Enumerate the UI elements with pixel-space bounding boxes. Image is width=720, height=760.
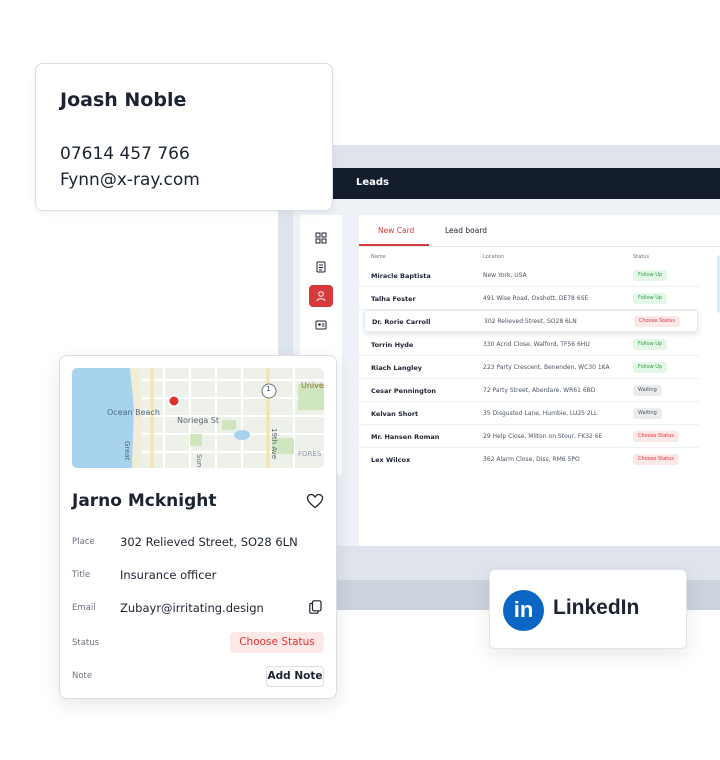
map-label-forest: FORES (298, 450, 322, 458)
lead-name: Talha Foster (371, 295, 416, 303)
field-label-title: Title (72, 570, 91, 580)
lead-name: Dr. Rorie Carroll (372, 318, 431, 326)
profile-name: Jarno Mcknight (72, 491, 217, 511)
map-label-19th-ave: 19th Ave (270, 428, 278, 460)
leads-panel: New Card Lead board Name Location Status… (359, 215, 720, 546)
lead-name: Kelvan Short (371, 410, 419, 418)
heart-icon[interactable] (306, 493, 324, 509)
app-top-bar: M Leads (293, 168, 720, 199)
copy-icon[interactable] (309, 600, 322, 614)
status-badge[interactable]: Follow Up (633, 362, 668, 373)
column-header-status: Status (633, 254, 649, 260)
map-label-sunset: Sun (195, 454, 203, 468)
sidebar-item-leads[interactable] (309, 285, 333, 307)
field-label-status: Status (72, 638, 100, 648)
column-header-name: Name (371, 254, 386, 260)
user-icon (316, 291, 326, 302)
sidebar-item-documents[interactable] (309, 256, 333, 278)
lead-location: 491 Wise Road, Oxshott, DE78 6SE (483, 295, 589, 302)
contact-phone[interactable]: 07614 457 766 (60, 144, 190, 164)
lead-name: Mr. Hansen Roman (371, 433, 440, 441)
field-value-email[interactable]: Zubayr@irritating.design (120, 601, 264, 615)
table-row[interactable]: Cesar Pennington 72 Party Street, Aberda… (359, 380, 699, 402)
field-label-note: Note (72, 671, 93, 681)
leads-app-window: M Leads New Card Lead board Name Locatio… (293, 168, 720, 546)
id-card-icon (316, 261, 326, 273)
contact-email[interactable]: Fynn@x-ray.com (60, 170, 200, 190)
location-map[interactable]: Ocean Beach Noriega St 1 Unive Great Sun… (72, 368, 324, 468)
field-label-place: Place (72, 537, 95, 547)
contact-card: Joash Noble 07614 457 766 Fynn@x-ray.com (35, 63, 333, 211)
linkedin-icon: in (503, 590, 544, 631)
lead-location: 29 Help Close, Milton on Stour, FK32 6E (483, 433, 603, 440)
linkedin-label: LinkedIn (553, 596, 640, 619)
lead-location: 302 Relieved Street, SO28 6LN (484, 318, 577, 325)
table-row[interactable]: Talha Foster 491 Wise Road, Oxshott, DE7… (359, 288, 699, 310)
lead-name: Torrin Hyde (371, 341, 414, 349)
map-marker-number: 1 (266, 385, 271, 393)
table-row-selected[interactable]: Dr. Rorie Carroll 302 Relieved Street, S… (364, 310, 698, 332)
status-badge[interactable]: Choose Status (633, 454, 679, 465)
lead-location: 72 Party Street, Aberdare, WR61 6BD (483, 387, 596, 394)
status-badge[interactable]: Waiting (633, 408, 662, 419)
status-badge[interactable]: Choose Status (633, 431, 679, 442)
map-label-noriega: Noriega St (177, 416, 220, 425)
contact-card-icon (315, 320, 327, 330)
tab-bar: New Card Lead board (359, 215, 720, 247)
sidebar-item-dashboard[interactable] (309, 227, 333, 249)
map-label-great-highway: Great (123, 441, 131, 461)
table-row[interactable]: Kelvan Short 35 Disgusted Lane, Humbie, … (359, 403, 699, 425)
table-row[interactable]: Torrin Hyde 330 Acrid Close, Walford, TF… (359, 334, 699, 356)
status-badge[interactable]: Follow Up (633, 293, 668, 304)
grid-icon (315, 232, 327, 244)
field-label-email: Email (72, 603, 96, 613)
lead-location: New York, USA (483, 272, 527, 279)
table-row[interactable]: Lex Wilcox 362 Alarm Close, Diss, RM6 5P… (359, 449, 699, 471)
field-value-title: Insurance officer (120, 568, 217, 582)
table-row[interactable]: Miracle Baptista New York, USA Follow Up (359, 265, 699, 287)
table-row[interactable]: Riach Langley 223 Party Crescent, Benend… (359, 357, 699, 379)
lead-location: 35 Disgusted Lane, Humbie, LU25 2LL (483, 410, 598, 417)
lead-location: 330 Acrid Close, Walford, TF56 6HU (483, 341, 590, 348)
sidebar-item-contacts[interactable] (309, 314, 333, 336)
profile-card: Ocean Beach Noriega St 1 Unive Great Sun… (59, 355, 337, 699)
lead-name: Riach Langley (371, 364, 423, 372)
lead-name: Miracle Baptista (371, 272, 431, 280)
contact-name: Joash Noble (60, 89, 187, 111)
lead-name: Lex Wilcox (371, 456, 411, 464)
add-note-button[interactable]: Add Note (266, 666, 324, 687)
page-title: Leads (356, 177, 390, 188)
field-value-place: 302 Relieved Street, SO28 6LN (120, 535, 298, 549)
lead-name: Cesar Pennington (371, 387, 437, 395)
status-badge[interactable]: Waiting (633, 385, 662, 396)
linkedin-badge[interactable]: in LinkedIn (489, 569, 687, 649)
tab-new-card[interactable]: New Card (378, 226, 414, 235)
column-header-location: Location (483, 254, 505, 260)
map-label-ocean-beach: Ocean Beach (107, 408, 160, 417)
tab-lead-board[interactable]: Lead board (445, 226, 487, 235)
active-tab-indicator (359, 244, 429, 246)
status-badge[interactable]: Follow Up (633, 270, 668, 281)
choose-status-button[interactable]: Choose Status (230, 632, 324, 653)
table-row[interactable]: Mr. Hansen Roman 29 Help Close, Milton o… (359, 426, 699, 448)
lead-location: 223 Party Crescent, Benenden, WC30 1KA (483, 364, 610, 371)
map-label-university: Unive (301, 381, 324, 390)
lead-location: 362 Alarm Close, Diss, RM6 5PO (483, 456, 580, 463)
status-badge[interactable]: Choose Status (634, 316, 680, 327)
status-badge[interactable]: Follow Up (633, 339, 668, 350)
